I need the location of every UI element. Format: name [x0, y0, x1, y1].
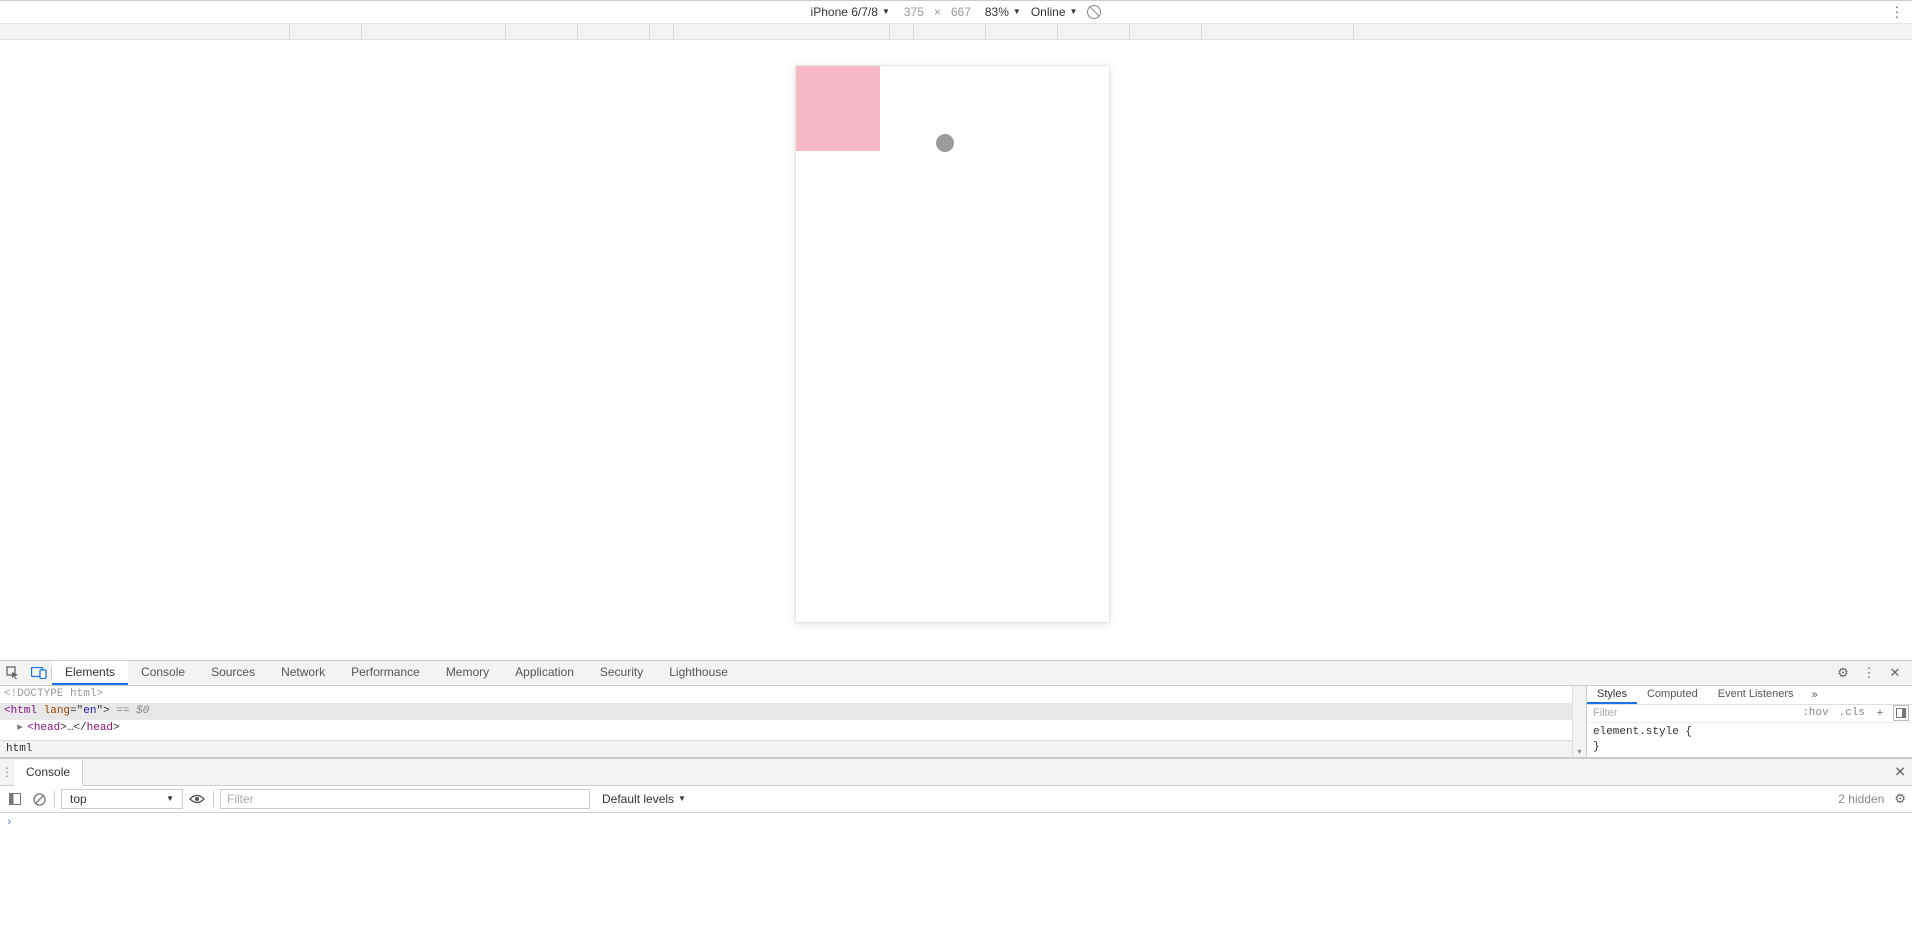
ruler	[0, 24, 1912, 40]
styles-sidebar: Styles Computed Event Listeners » :hov .…	[1586, 686, 1912, 757]
ruler-tick[interactable]	[290, 24, 362, 39]
separator	[54, 791, 55, 807]
settings-gear-icon[interactable]: ⚙	[1830, 665, 1856, 681]
width-value[interactable]: 375	[900, 5, 928, 19]
caret-down-icon: ▼	[882, 7, 890, 16]
drawer-drag-icon[interactable]: ⋮	[0, 765, 14, 779]
ruler-tick[interactable]	[986, 24, 1058, 39]
devtools-tabbar: Elements Console Sources Network Perform…	[0, 660, 1912, 686]
caret-down-icon: ▼	[678, 794, 686, 803]
ruler-tick[interactable]	[674, 24, 890, 39]
console-settings-gear-icon[interactable]: ⚙	[1894, 791, 1906, 807]
ruler-tick[interactable]	[890, 24, 914, 39]
console-toolbar: top ▼ Default levels ▼ 2 hidden ⚙	[0, 786, 1912, 813]
console-body[interactable]: ›	[0, 813, 1912, 927]
ruler-tick[interactable]	[650, 24, 674, 39]
zoom-select[interactable]: 83% ▼	[985, 5, 1021, 19]
page-pink-box	[796, 66, 880, 151]
chevron-down-icon[interactable]: ▾	[1573, 746, 1586, 757]
cls-toggle[interactable]: .cls	[1834, 707, 1870, 719]
ruler-tick[interactable]	[1202, 24, 1354, 39]
device-viewport-area	[0, 40, 1912, 660]
live-expression-icon[interactable]	[189, 794, 207, 804]
caret-down-icon: ▼	[166, 794, 174, 803]
device-frame[interactable]	[796, 66, 1109, 622]
tab-lighthouse[interactable]: Lighthouse	[656, 661, 741, 685]
console-sidebar-toggle-icon[interactable]	[6, 790, 24, 808]
touch-cursor-icon	[936, 134, 954, 152]
kebab-menu-icon[interactable]: ⋮	[1856, 665, 1882, 681]
console-filter-input[interactable]	[220, 789, 590, 809]
style-rule-close: }	[1593, 740, 1906, 755]
tab-network[interactable]: Network	[268, 661, 338, 685]
caret-down-icon: ▼	[1013, 7, 1021, 16]
close-icon[interactable]: ✕	[1894, 764, 1906, 781]
tab-security[interactable]: Security	[587, 661, 656, 685]
tab-memory[interactable]: Memory	[433, 661, 502, 685]
dimension-x: ×	[934, 5, 941, 19]
caret-down-icon: ▼	[1070, 7, 1078, 16]
hov-toggle[interactable]: :hov	[1797, 707, 1833, 719]
context-value: top	[70, 792, 87, 806]
ruler-tick[interactable]	[362, 24, 506, 39]
dom-scrollbar[interactable]: ▾	[1572, 686, 1586, 757]
dom-line-head[interactable]: ▸<head>…</head>	[0, 720, 1572, 737]
ruler-tick[interactable]	[0, 24, 290, 39]
styles-filter-row: :hov .cls +	[1587, 705, 1912, 724]
ruler-tick[interactable]	[914, 24, 986, 39]
new-style-rule-icon[interactable]: +	[1870, 707, 1890, 719]
device-name: iPhone 6/7/8	[811, 5, 878, 19]
toggle-device-toolbar-icon[interactable]	[26, 667, 52, 679]
ruler-tick[interactable]	[1058, 24, 1130, 39]
device-select[interactable]: iPhone 6/7/8 ▼	[811, 5, 890, 19]
device-toolbar: iPhone 6/7/8 ▼ 375 × 667 83% ▼ Online ▼ …	[0, 0, 1912, 24]
styles-tab-styles[interactable]: Styles	[1587, 686, 1637, 704]
rotate-icon[interactable]	[1087, 5, 1101, 19]
dimensions-group: 375 × 667	[900, 5, 975, 19]
dom-line-html[interactable]: <html lang="en"> == $0	[0, 703, 1572, 720]
console-prompt-icon: ›	[6, 817, 13, 829]
ruler-tick[interactable]	[1130, 24, 1202, 39]
style-rule-open: element.style {	[1593, 725, 1906, 740]
log-levels-select[interactable]: Default levels ▼	[602, 792, 686, 806]
toggle-computed-sidebar-icon[interactable]	[1893, 705, 1909, 721]
styles-tabs: Styles Computed Event Listeners »	[1587, 686, 1912, 705]
tab-sources[interactable]: Sources	[198, 661, 268, 685]
execution-context-select[interactable]: top ▼	[61, 789, 183, 809]
close-icon[interactable]: ✕	[1882, 665, 1908, 681]
dom-line-doctype[interactable]: <!DOCTYPE html>	[0, 686, 1572, 703]
hidden-messages-count[interactable]: 2 hidden	[1838, 792, 1884, 806]
inspect-element-icon[interactable]	[0, 666, 26, 680]
expand-arrow-icon[interactable]: ▸	[17, 720, 27, 737]
console-drawer: ⋮ Console ✕ top ▼ Default levels ▼ 2 hid…	[0, 758, 1912, 927]
breadcrumb[interactable]: html	[0, 740, 1572, 757]
drawer-tab-console[interactable]: Console	[14, 760, 83, 786]
height-value[interactable]: 667	[947, 5, 975, 19]
ruler-tick[interactable]	[578, 24, 650, 39]
console-drawer-header: ⋮ Console ✕	[0, 759, 1912, 786]
tab-elements[interactable]: Elements	[52, 661, 128, 685]
tab-console[interactable]: Console	[128, 661, 198, 685]
styles-tab-event-listeners[interactable]: Event Listeners	[1708, 686, 1804, 704]
dom-tree[interactable]: <!DOCTYPE html> <html lang="en"> == $0 ▸…	[0, 686, 1572, 757]
styles-filter-input[interactable]	[1587, 707, 1797, 719]
ruler-tick[interactable]	[506, 24, 578, 39]
separator	[213, 791, 214, 807]
styles-tabs-more-icon[interactable]: »	[1804, 686, 1826, 704]
tab-performance[interactable]: Performance	[338, 661, 433, 685]
styles-body[interactable]: element.style { }	[1587, 723, 1912, 757]
kebab-menu-icon[interactable]: ⋮	[1890, 4, 1904, 21]
elements-panel: <!DOCTYPE html> <html lang="en"> == $0 ▸…	[0, 686, 1912, 758]
levels-label: Default levels	[602, 792, 674, 806]
clear-console-icon[interactable]	[30, 790, 48, 808]
styles-tab-computed[interactable]: Computed	[1637, 686, 1708, 704]
tab-application[interactable]: Application	[502, 661, 587, 685]
throttle-select[interactable]: Online ▼	[1031, 5, 1078, 19]
throttle-value: Online	[1031, 5, 1066, 19]
zoom-value: 83%	[985, 5, 1009, 19]
